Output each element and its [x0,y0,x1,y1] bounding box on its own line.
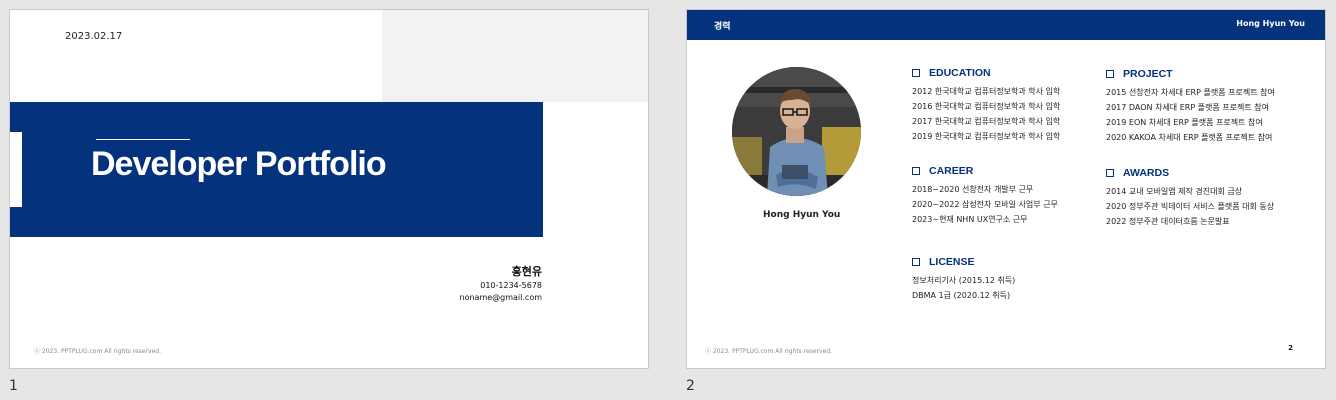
list-item: 2012 한국대학교 컴퓨터정보학과 학사 입학 [912,87,1061,96]
list-item: 2022 정부주관 데이터흐름 논문발표 [1106,217,1230,226]
title-divider-line [96,139,190,140]
list-item: 2020 KAKOA 차세대 ERP 플랫폼 프로젝트 참여 [1106,133,1273,142]
section-project: PROJECT 2015 선창전자 차세대 ERP 플랫폼 프로젝트 참여 20… [1106,67,1275,145]
square-outline-icon [912,69,920,77]
list-item: 2017 DAON 차세대 ERP 플랫폼 프로젝트 참여 [1106,103,1270,112]
author-phone: 010-1234-5678 [480,281,542,290]
header-bar: 경력 Hong Hyun You [687,10,1325,40]
slide-number-1: 1 [9,378,18,394]
square-outline-icon [1106,169,1114,177]
profile-photo [732,67,861,196]
section-title: PROJECT [1123,68,1173,80]
list-item: 2014 교내 모바일앱 제작 경진대회 금상 [1106,187,1243,196]
slide-date: 2023.02.17 [65,31,123,42]
section-title: LICENSE [929,256,975,268]
slide-1-thumbnail[interactable]: 2023.02.17 Developer Portfolio 홍현유 010-1… [9,9,649,369]
square-outline-icon [1106,70,1114,78]
slide-title: Developer Portfolio [91,145,387,183]
section-title: AWARDS [1123,167,1170,179]
section-license: LICENSE 정보처리기사 (2015.12 취득) DBMA 1급 (202… [912,255,1015,303]
slide-number-2: 2 [686,378,695,394]
decor-white-notch [10,132,22,207]
list-item: 2019 EON 차세대 ERP 플랫폼 프로젝트 참여 [1106,118,1263,127]
author-name: 홍현유 [511,265,542,278]
list-item: 2020 정부주관 빅데이터 서비스 플랫폼 대회 동상 [1106,202,1275,211]
slide-2-thumbnail[interactable]: 경력 Hong Hyun You Hong Hyun You EDUCATION [686,9,1326,369]
list-item: 2016 한국대학교 컴퓨터정보학과 학사 입학 [912,102,1061,111]
list-item: 2018~2020 선창전자 개발부 근무 [912,185,1034,194]
author-email: noname@gmail.com [459,293,543,302]
profile-name: Hong Hyun You [763,210,841,220]
square-outline-icon [912,258,920,266]
section-awards: AWARDS 2014 교내 모바일앱 제작 경진대회 금상 2020 정부주관… [1106,166,1274,229]
section-career: CAREER 2018~2020 선창전자 개발부 근무 2020~2022 삼… [912,164,1058,227]
section-education: EDUCATION 2012 한국대학교 컴퓨터정보학과 학사 입학 2016 … [912,66,1060,144]
slide-footer: ⓒ 2023. PPTPLUG.com All rights reserved. [705,348,832,355]
list-item: 2023~현재 NHN UX연구소 근무 [912,215,1028,224]
header-name: Hong Hyun You [1236,19,1305,28]
list-item: 2017 한국대학교 컴퓨터정보학과 학사 입학 [912,117,1061,126]
list-item: 정보처리기사 (2015.12 취득) [912,276,1016,285]
list-item: 2015 선창전자 차세대 ERP 플랫폼 프로젝트 참여 [1106,88,1275,97]
slide-footer: ⓒ 2023. PPTPLUG.com All rights reserved. [34,348,161,355]
square-outline-icon [912,167,920,175]
section-title: EDUCATION [929,67,991,79]
header-title: 경력 [714,22,731,32]
list-item: DBMA 1급 (2020.12 취득) [912,291,1011,300]
page-number: 2 [1288,344,1293,352]
list-item: 2019 한국대학교 컴퓨터정보학과 학사 입학 [912,132,1061,141]
section-title: CAREER [929,165,974,177]
list-item: 2020~2022 삼성전자 모바일 사업부 근무 [912,200,1058,209]
person-photo-icon [732,67,861,196]
decor-gray-block [382,10,648,102]
